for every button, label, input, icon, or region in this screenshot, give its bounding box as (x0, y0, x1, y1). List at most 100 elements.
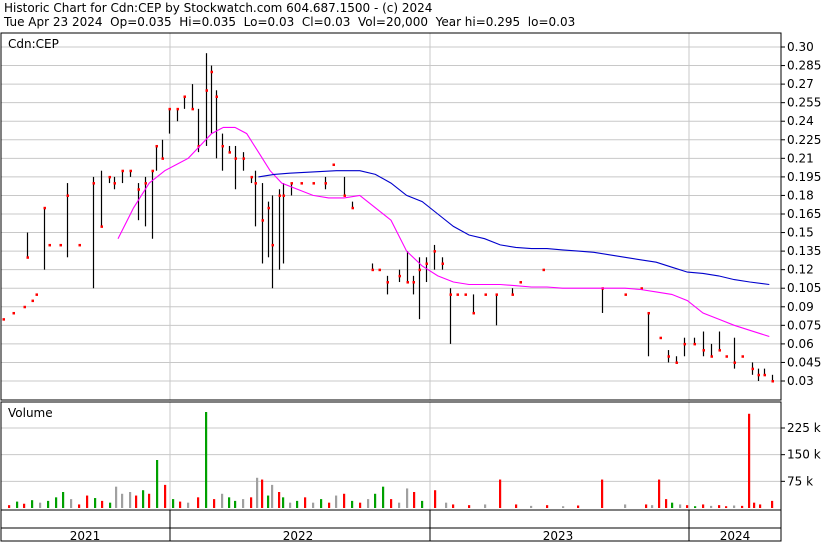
close-dot (332, 163, 335, 167)
volume-bar (359, 502, 362, 508)
chart-header-quote: Tue Apr 23 2024 Op=0.035 Hi=0.035 Lo=0.0… (4, 15, 576, 29)
close-dot (210, 70, 213, 74)
volume-bar (335, 495, 338, 508)
close-dot (78, 243, 81, 247)
close-dot (659, 336, 662, 340)
price-tick-label: 0.105 (787, 281, 821, 295)
volume-panel-label: Volume (8, 406, 53, 420)
volume-bar (8, 505, 11, 508)
volume-bar (129, 492, 132, 508)
volume-grid (1, 402, 781, 510)
volume-y-axis: 225 k 150 k 75 k (781, 421, 821, 488)
volume-bar (694, 506, 697, 508)
price-tick-label: 0.06 (787, 337, 814, 351)
volume-bar (771, 500, 774, 508)
price-panel-label: Cdn:CEP (8, 37, 59, 51)
close-dot (242, 157, 245, 160)
volume-bar (320, 499, 323, 508)
close-dot (324, 182, 327, 185)
close-dot (278, 194, 281, 197)
volume-bar (278, 492, 281, 508)
price-tick-label: 0.195 (787, 170, 821, 184)
close-dot (300, 182, 303, 185)
close-dot (542, 268, 545, 272)
close-dot (757, 373, 760, 377)
volume-bar (718, 505, 721, 508)
close-dot (176, 107, 179, 111)
close-dot (205, 89, 208, 92)
volume-bar (304, 497, 307, 508)
volume-bar (468, 505, 471, 508)
price-tick-label: 0.24 (787, 114, 814, 128)
volume-tick-label: 225 k (787, 421, 821, 435)
price-tick-label: 0.12 (787, 263, 814, 277)
close-dot (693, 342, 696, 346)
close-dot (741, 355, 744, 358)
close-dot (725, 355, 728, 358)
close-dot (121, 169, 124, 173)
volume-tick-label: 150 k (787, 448, 821, 462)
volume-bar (413, 492, 416, 508)
volume-bar (710, 505, 713, 508)
price-tick-label: 0.075 (787, 318, 821, 332)
close-dot (371, 268, 374, 272)
volume-bar (23, 503, 26, 508)
price-tick-label: 0.285 (787, 59, 821, 73)
volume-bar (86, 495, 89, 508)
volume-bar (289, 502, 292, 508)
close-dot (250, 175, 253, 179)
volume-bar (242, 499, 245, 508)
close-dot (343, 194, 346, 197)
volume-bar (62, 492, 65, 508)
volume-bar (164, 484, 167, 508)
volume-bar (546, 505, 549, 508)
close-dot (161, 157, 164, 160)
volume-bar (382, 486, 385, 508)
volume-bar (658, 479, 661, 508)
volume-bar (221, 493, 224, 508)
volume-bar (256, 477, 259, 508)
volume-bar (115, 486, 118, 508)
volume-bar (156, 460, 159, 508)
volume-bar (296, 500, 299, 508)
volume-bar (197, 497, 200, 508)
volume-bar (499, 479, 502, 508)
volume-bar (452, 504, 455, 508)
close-dot (647, 311, 650, 315)
volume-bar (94, 498, 97, 508)
volume-bar (651, 505, 654, 508)
volume-bar (267, 495, 270, 508)
volume-tick-label: 75 k (787, 474, 813, 488)
close-dot (472, 311, 475, 315)
volume-bar (434, 490, 437, 508)
close-dot (667, 355, 670, 358)
volume-bar (70, 499, 73, 508)
close-dot (519, 281, 522, 284)
volume-bar (250, 497, 253, 508)
price-panel-frame (0, 32, 782, 401)
volume-bar (16, 501, 19, 508)
volume-bar (484, 504, 487, 508)
volume-bar (261, 479, 264, 508)
volume-bar (135, 495, 138, 508)
close-dot (168, 107, 171, 111)
close-dot (234, 157, 237, 160)
close-dot (183, 95, 186, 98)
moving-average-long (258, 170, 770, 286)
close-dot (398, 274, 401, 278)
volume-bar (142, 490, 145, 508)
price-tick-label: 0.255 (787, 96, 821, 110)
close-dot (710, 355, 713, 358)
close-dot (702, 349, 705, 352)
price-tick-label: 0.09 (787, 300, 814, 314)
volume-bar (282, 497, 285, 508)
volume-bar (725, 506, 728, 508)
close-dot (771, 380, 774, 383)
price-tick-label: 0.18 (787, 188, 814, 202)
volume-bar (445, 502, 448, 508)
close-dot (2, 318, 5, 321)
close-dot (35, 293, 38, 296)
price-tick-label: 0.21 (787, 151, 814, 165)
volume-bar (312, 502, 315, 508)
volume-bar (671, 502, 674, 508)
